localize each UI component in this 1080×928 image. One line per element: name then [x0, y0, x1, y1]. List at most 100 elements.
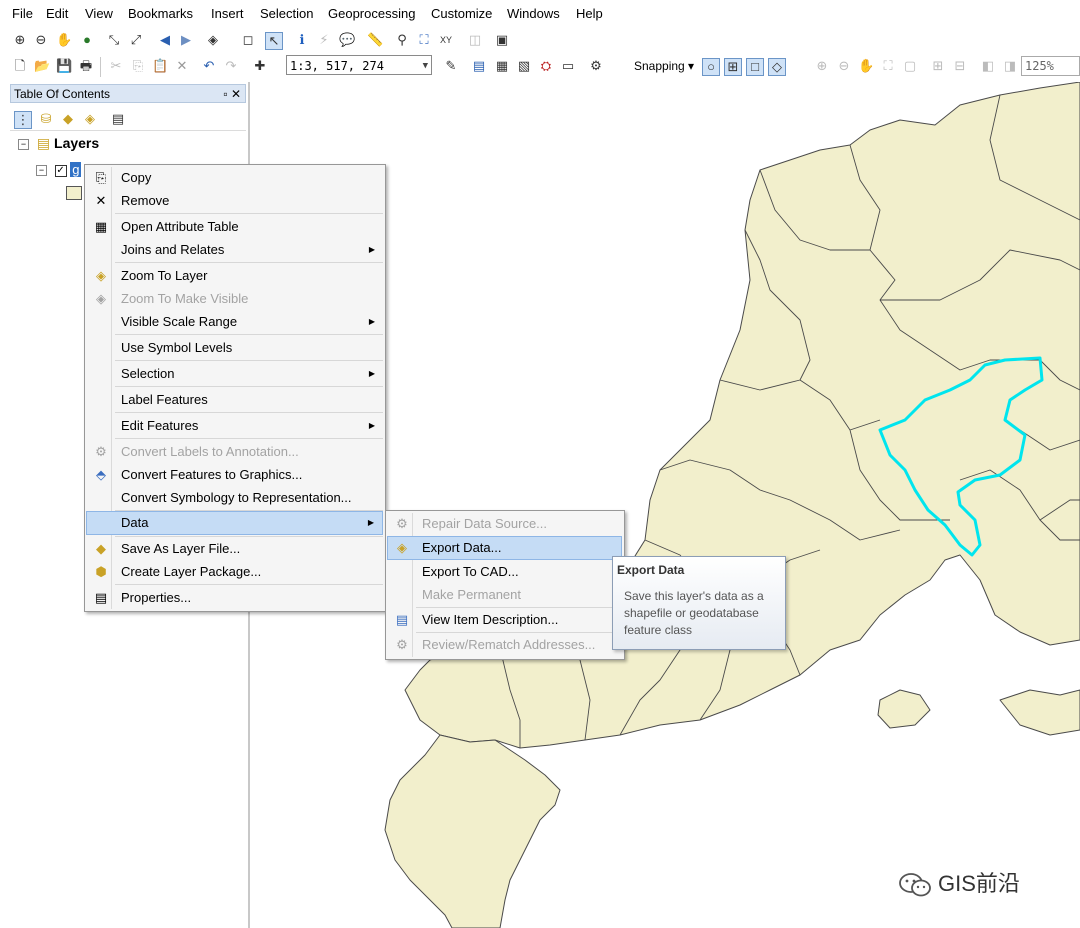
identify-icon[interactable]: ℹ: [294, 32, 310, 48]
redo-icon[interactable]: ↷: [223, 58, 239, 74]
list-by-visibility-icon[interactable]: ◆: [60, 111, 76, 127]
full-extent-globe-icon[interactable]: ●: [79, 32, 95, 48]
close-icon[interactable]: ✕: [231, 87, 241, 101]
cut-icon[interactable]: ✂: [108, 58, 124, 74]
menu-view[interactable]: View: [85, 6, 113, 21]
select-elements-icon[interactable]: ↖: [265, 32, 283, 50]
menu-selection[interactable]: Selection: [260, 6, 313, 21]
select-features-icon[interactable]: ◈: [205, 32, 221, 48]
menu-item-selection[interactable]: Selection ▶: [87, 363, 383, 385]
zoom-out-icon[interactable]: ⊖: [33, 32, 49, 48]
layout-pan-icon[interactable]: ✋: [858, 58, 874, 74]
end-snapping-icon[interactable]: ⊞: [724, 58, 742, 76]
fixed-zoom-in-icon[interactable]: ⤡: [106, 32, 122, 48]
menu-item-view-item-description[interactable]: ▤ View Item Description...: [388, 609, 622, 631]
python-window-icon[interactable]: ▭: [560, 58, 576, 74]
menu-help[interactable]: Help: [576, 6, 603, 21]
list-by-source-icon[interactable]: ⛁: [38, 111, 54, 127]
menu-item-convert-labels[interactable]: ⚙ Convert Labels to Annotation...: [87, 441, 383, 463]
layout-zoom-100-icon[interactable]: ▢: [902, 58, 918, 74]
menu-windows[interactable]: Windows: [507, 6, 560, 21]
open-folder-icon[interactable]: 📂: [34, 58, 50, 74]
map-scale-input[interactable]: 1:3, 517, 274 ▼: [286, 55, 432, 75]
menu-item-zoom-to-layer[interactable]: ◈ Zoom To Layer: [87, 265, 383, 287]
layer-visibility-checkbox[interactable]: ✓: [54, 164, 67, 177]
layout-zoom-input[interactable]: 125%: [1021, 56, 1080, 76]
layer-entry[interactable]: − ✓ g: [36, 162, 82, 177]
menu-item-use-symbol-levels[interactable]: Use Symbol Levels: [87, 337, 383, 359]
menu-item-review-rematch[interactable]: ⚙ Review/Rematch Addresses...: [388, 634, 622, 656]
menu-item-export-data[interactable]: ◈ Export Data...: [387, 536, 622, 560]
snapping-menu[interactable]: Snapping ▾: [634, 59, 694, 73]
pan-hand-icon[interactable]: ✋: [56, 32, 72, 48]
table-of-contents-icon[interactable]: ▤: [471, 58, 487, 74]
menu-item-convert-features[interactable]: ⬘ Convert Features to Graphics...: [87, 464, 383, 486]
measure-icon[interactable]: 📏: [367, 32, 383, 48]
options-icon[interactable]: ▤: [110, 111, 126, 127]
menu-item-repair-data-source[interactable]: ⚙ Repair Data Source...: [388, 513, 622, 535]
editor-toolbar-icon[interactable]: ✎: [443, 58, 459, 74]
menu-geoprocessing[interactable]: Geoprocessing: [328, 6, 415, 21]
list-by-selection-icon[interactable]: ◈: [82, 111, 98, 127]
menu-item-export-to-cad[interactable]: Export To CAD...: [388, 561, 622, 583]
layout-zoom-in-icon[interactable]: ⊕: [814, 58, 830, 74]
add-data-icon[interactable]: ✚: [252, 58, 268, 74]
menu-item-open-attribute-table[interactable]: ▦ Open Attribute Table: [87, 216, 383, 238]
delete-icon[interactable]: ✕: [174, 58, 190, 74]
menu-item-label-features[interactable]: Label Features: [87, 389, 383, 411]
menu-item-save-as-layer-file[interactable]: ◆ Save As Layer File...: [87, 538, 383, 560]
menu-item-create-layer-package[interactable]: ⬢ Create Layer Package...: [87, 561, 383, 583]
save-icon[interactable]: 💾: [56, 58, 72, 74]
new-document-icon[interactable]: 🗋: [12, 58, 28, 74]
vertex-snapping-icon[interactable]: □: [746, 58, 764, 76]
menu-item-zoom-to-make-visible[interactable]: ◈ Zoom To Make Visible: [87, 288, 383, 310]
go-to-xy-icon[interactable]: XY: [438, 32, 454, 48]
list-by-drawing-order-icon[interactable]: ⋮: [14, 111, 32, 129]
print-icon[interactable]: 🖶: [78, 58, 94, 74]
menu-item-convert-symbology[interactable]: Convert Symbology to Representation...: [87, 487, 383, 509]
paste-icon[interactable]: 📋: [152, 58, 168, 74]
layers-root[interactable]: − ▤ Layers: [18, 135, 99, 152]
layout-zoom-whole-icon[interactable]: ⛶: [880, 58, 896, 74]
menu-item-make-permanent[interactable]: Make Permanent: [388, 584, 622, 606]
arctoolbox-icon[interactable]: ⛭: [538, 58, 554, 74]
layout-fixed-in-icon[interactable]: ⊞: [930, 58, 946, 74]
find-binoculars-icon[interactable]: ⚲: [394, 32, 410, 48]
modelbuilder-icon[interactable]: ⚙: [588, 58, 604, 74]
layout-fixed-out-icon[interactable]: ⊟: [952, 58, 968, 74]
menu-item-copy[interactable]: ⎘ Copy: [87, 167, 383, 189]
undo-icon[interactable]: ↶: [201, 58, 217, 74]
layout-back-icon[interactable]: ◧: [980, 58, 996, 74]
point-snapping-icon[interactable]: ○: [702, 58, 720, 76]
menu-item-data[interactable]: Data ▶: [86, 511, 383, 535]
copy-toolbar-icon[interactable]: ⎘: [130, 58, 146, 74]
menu-edit[interactable]: Edit: [46, 6, 68, 21]
menu-file[interactable]: File: [12, 6, 33, 21]
layout-forward-icon[interactable]: ◨: [1002, 58, 1018, 74]
menu-customize[interactable]: Customize: [431, 6, 492, 21]
menu-item-joins-relates[interactable]: Joins and Relates ▶: [87, 239, 383, 261]
menu-item-properties[interactable]: ▤ Properties...: [87, 587, 383, 609]
clear-selection-icon[interactable]: ◻: [240, 32, 256, 48]
viewer-window-icon[interactable]: ▣: [494, 32, 510, 48]
zoom-in-icon[interactable]: ⊕: [12, 32, 28, 48]
hyperlink-icon[interactable]: ⚡: [316, 32, 332, 48]
menu-item-visible-scale-range[interactable]: Visible Scale Range ▶: [87, 311, 383, 333]
menu-bookmarks[interactable]: Bookmarks: [128, 6, 193, 21]
find-route-icon[interactable]: ⛶: [416, 32, 432, 48]
forward-arrow-icon[interactable]: ▶: [178, 32, 194, 48]
edge-snapping-icon[interactable]: ◇: [768, 58, 786, 76]
collapse-icon[interactable]: −: [36, 165, 47, 177]
back-arrow-icon[interactable]: ◀: [157, 32, 173, 48]
menu-item-edit-features[interactable]: Edit Features ▶: [87, 415, 383, 437]
layer-name[interactable]: g: [70, 162, 82, 177]
dock-icon[interactable]: ▫: [223, 87, 227, 101]
catalog-window-icon[interactable]: ▦: [494, 58, 510, 74]
fixed-zoom-out-icon[interactable]: ⤢: [128, 32, 144, 48]
menu-insert[interactable]: Insert: [211, 6, 244, 21]
collapse-icon[interactable]: −: [18, 138, 29, 150]
html-popup-icon[interactable]: 💬: [339, 32, 355, 48]
time-slider-icon[interactable]: ◫: [467, 32, 483, 48]
search-window-icon[interactable]: ▧: [516, 58, 532, 74]
menu-item-remove[interactable]: ✕ Remove: [87, 190, 383, 212]
